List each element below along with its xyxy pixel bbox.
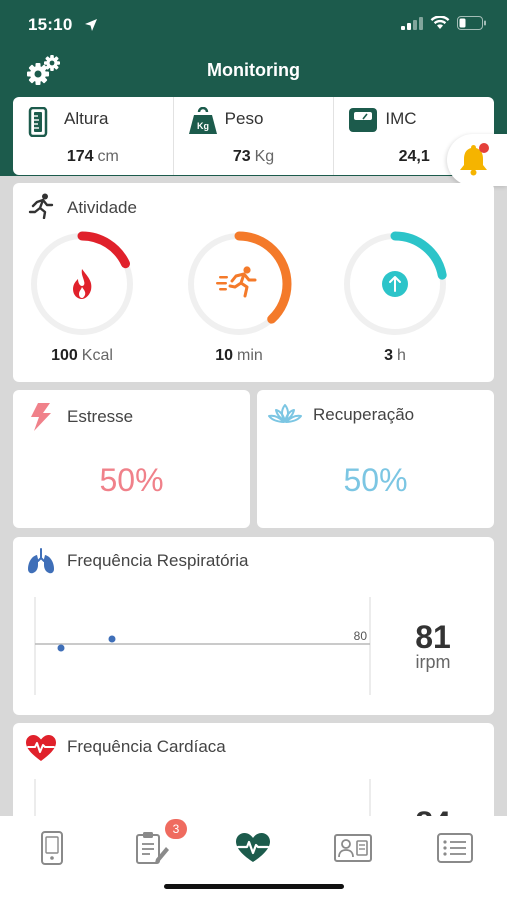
metric-weight[interactable]: Kg Peso 73 Kg bbox=[174, 97, 335, 175]
tab-monitoring[interactable] bbox=[233, 828, 273, 868]
activity-card[interactable]: Atividade 100 Kcal 10 min 3h bbox=[13, 183, 494, 382]
running-person-icon bbox=[28, 193, 54, 219]
weight-icon: Kg bbox=[188, 107, 217, 134]
stress-card[interactable]: Estresse 50% bbox=[13, 390, 250, 528]
respiratory-readout: 81 irpm bbox=[393, 619, 473, 673]
calories-number: 100 bbox=[51, 347, 78, 364]
active-minutes-unit: min bbox=[237, 347, 263, 364]
calories-value: 100 Kcal bbox=[12, 347, 152, 365]
activity-title: Atividade bbox=[67, 198, 137, 217]
reference-label: 80 bbox=[354, 629, 368, 643]
standing-hours-number: 3 bbox=[384, 347, 393, 364]
bell-icon bbox=[460, 143, 489, 176]
wifi-icon bbox=[430, 16, 450, 29]
standing-hours-unit: h bbox=[397, 347, 406, 364]
ruler-icon bbox=[28, 107, 48, 137]
recovery-title: Recuperação bbox=[313, 405, 415, 424]
location-arrow-icon bbox=[85, 19, 97, 31]
metric-weight-number: 73 bbox=[232, 148, 251, 165]
recovery-value: 50% bbox=[343, 462, 408, 498]
lotus-icon bbox=[268, 404, 302, 423]
heart-rate-title: Frequência Cardíaca bbox=[67, 737, 226, 756]
lightning-icon bbox=[31, 403, 51, 431]
scale-icon bbox=[349, 108, 378, 132]
metric-height[interactable]: Altura 174 cm bbox=[13, 97, 174, 175]
tab-device[interactable] bbox=[32, 828, 72, 868]
recovery-card[interactable]: Recuperação 50% bbox=[257, 390, 494, 528]
metric-height-number: 174 bbox=[66, 148, 94, 165]
lungs-icon bbox=[28, 548, 54, 574]
metric-weight-value: 73 Kg bbox=[174, 148, 334, 166]
heart-monitor-icon bbox=[236, 833, 270, 862]
status-bar: 15:10 bbox=[0, 0, 507, 50]
metric-weight-unit: Kg bbox=[254, 148, 275, 165]
clipboard-icon bbox=[136, 832, 169, 864]
notifications-button[interactable] bbox=[447, 134, 507, 186]
metric-weight-label: Peso bbox=[224, 109, 264, 128]
stress-value: 50% bbox=[99, 462, 164, 498]
weight-icon-text: Kg bbox=[197, 121, 209, 131]
body-metrics-card: Altura 174 cm Kg Peso 73 Kg IMC 24,1 bbox=[13, 97, 494, 175]
status-time: 15:10 bbox=[28, 15, 73, 34]
respiratory-rate-card[interactable]: Frequência Respiratória 80 81 irpm bbox=[13, 537, 494, 715]
notification-dot bbox=[479, 143, 489, 153]
metric-bmi-number: 24,1 bbox=[398, 148, 430, 165]
metric-height-value: 174 cm bbox=[13, 148, 173, 166]
metric-height-label: Altura bbox=[64, 109, 109, 128]
data-point bbox=[108, 635, 116, 643]
respiratory-title: Frequência Respiratória bbox=[67, 551, 249, 570]
standing-hours-ring[interactable] bbox=[340, 229, 450, 339]
calories-unit: Kcal bbox=[81, 347, 113, 364]
home-indicator[interactable] bbox=[164, 884, 344, 889]
respiratory-unit: irpm bbox=[415, 652, 451, 672]
page-title: Monitoring bbox=[207, 60, 300, 80]
stress-title: Estresse bbox=[67, 407, 134, 426]
data-point bbox=[57, 644, 65, 652]
list-menu-icon bbox=[437, 833, 473, 863]
heart-pulse-icon bbox=[26, 735, 56, 761]
profile-card-icon bbox=[334, 834, 372, 862]
respiratory-value: 81 bbox=[415, 619, 451, 655]
tab-menu[interactable] bbox=[435, 828, 475, 868]
active-minutes-ring[interactable] bbox=[184, 229, 294, 339]
metric-bmi-label: IMC bbox=[385, 109, 417, 128]
cellular-signal-icon bbox=[401, 16, 423, 30]
active-minutes-number: 10 bbox=[215, 347, 233, 364]
tab-profile[interactable] bbox=[333, 828, 373, 868]
status-icons bbox=[401, 16, 487, 30]
sprinter-icon bbox=[216, 266, 257, 298]
calories-ring[interactable] bbox=[27, 229, 137, 339]
battery-icon bbox=[457, 16, 486, 30]
records-badge: 3 bbox=[165, 819, 187, 839]
active-minutes-value: 10 min bbox=[169, 347, 309, 365]
metric-height-unit: cm bbox=[97, 148, 119, 165]
phone-device-icon bbox=[41, 831, 63, 865]
standing-hours-value: 3h bbox=[325, 347, 465, 365]
